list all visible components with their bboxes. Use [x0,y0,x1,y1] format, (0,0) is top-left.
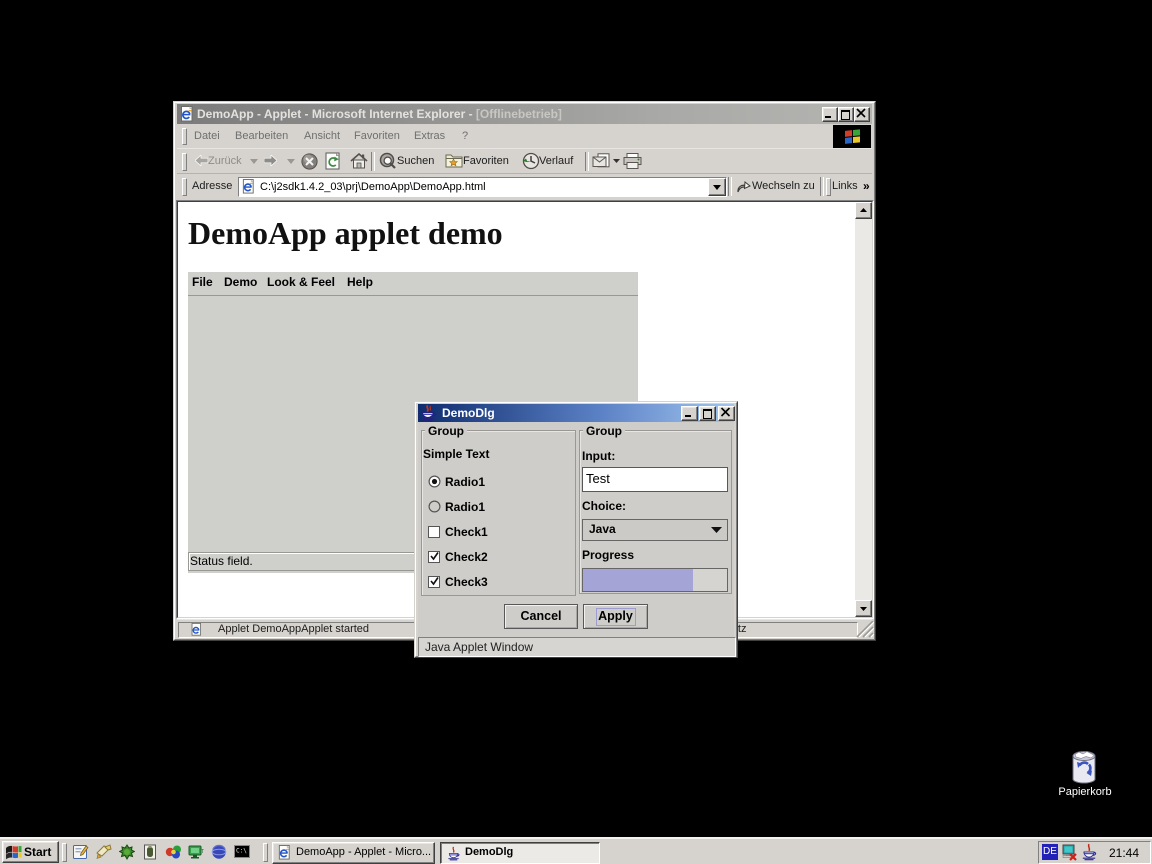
svg-text:C:\: C:\ [236,848,247,855]
svg-text:TV: TV [201,849,204,855]
